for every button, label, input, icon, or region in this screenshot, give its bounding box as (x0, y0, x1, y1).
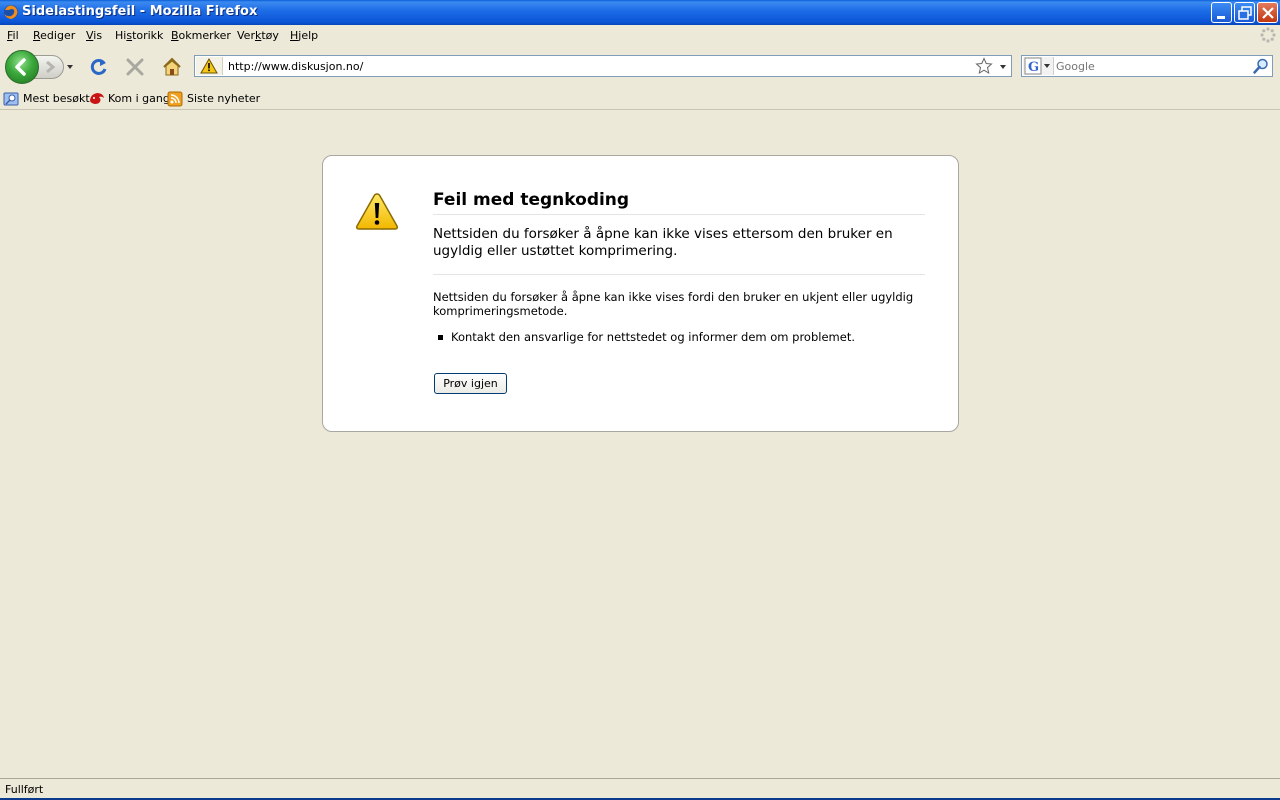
reload-icon[interactable] (88, 56, 110, 78)
url-dropdown-icon[interactable] (999, 64, 1007, 70)
menu-rediger[interactable]: Rediger (33, 29, 75, 42)
menu-label: il (12, 29, 19, 42)
menu-label: jelp (298, 29, 319, 42)
title-bar[interactable]: Sidelastingsfeil - Mozilla Firefox (0, 0, 1280, 25)
menu-label: okmerker (178, 29, 231, 42)
menu-historikk[interactable]: Historikk (115, 29, 163, 42)
throbber-icon (1260, 27, 1276, 43)
site-identity-button[interactable] (196, 57, 223, 75)
bookmark-label: Mest besøkt (23, 92, 90, 105)
menu-vis[interactable]: Vis (86, 29, 102, 42)
status-bar: Fullført (0, 778, 1280, 800)
menu-label: tøy (261, 29, 279, 42)
suggestion-text: Kontakt den ansvarlige for nettstedet og… (451, 330, 855, 344)
warning-icon (200, 57, 218, 74)
bookmark-star-icon[interactable] (975, 57, 993, 75)
bookmarks-toolbar: Mest besøkt Kom i gang Siste nyheter (0, 87, 1280, 110)
error-short-description: Nettsiden du forsøker å åpne kan ikke vi… (433, 226, 925, 275)
bookmark-mest-besokt[interactable]: Mest besøkt (3, 91, 90, 107)
search-icon[interactable] (1252, 57, 1270, 75)
close-icon (1262, 7, 1274, 19)
warning-icon (356, 193, 398, 230)
error-long-description: Nettsiden du forsøker å åpne kan ikke vi… (433, 290, 914, 318)
stop-icon[interactable] (124, 56, 146, 78)
history-dropdown-icon[interactable] (65, 62, 75, 72)
error-suggestions: Kontakt den ansvarlige for nettstedet og… (433, 330, 925, 344)
search-input[interactable] (1056, 58, 1246, 74)
error-page-container: Feil med tegnkoding Nettsiden du forsøke… (322, 155, 959, 432)
firefox-bookmark-icon (90, 93, 104, 104)
search-engine-button[interactable]: G (1023, 57, 1054, 75)
menu-verktoy[interactable]: Verktøy (237, 29, 279, 42)
minimize-button[interactable] (1211, 2, 1232, 23)
error-title: Feil med tegnkoding (433, 190, 925, 215)
status-text: Fullført (5, 783, 44, 796)
menu-label: ediger (40, 29, 76, 42)
retry-button[interactable]: Prøv igjen (434, 373, 507, 394)
rss-feed-icon (167, 91, 183, 107)
minimize-icon (1217, 16, 1225, 19)
smart-folder-icon (3, 92, 19, 106)
menu-bar: Fil Rediger Vis Historikk Bokmerker Verk… (0, 25, 1280, 47)
google-icon: G (1024, 57, 1050, 75)
url-bar[interactable]: http://www.diskusjon.no/ (194, 55, 1012, 77)
menu-bokmerker[interactable]: Bokmerker (171, 29, 231, 42)
menu-label-pre: Ver (237, 29, 255, 42)
firefox-icon (4, 5, 18, 19)
url-text: http://www.diskusjon.no/ (228, 60, 364, 73)
window-title: Sidelastingsfeil - Mozilla Firefox (22, 4, 258, 19)
menu-fil[interactable]: Fil (7, 29, 19, 42)
menu-label: torikk (132, 29, 164, 42)
home-icon[interactable] (161, 56, 183, 78)
close-button[interactable] (1257, 2, 1278, 23)
back-button[interactable] (5, 50, 39, 84)
menu-label: is (93, 29, 103, 42)
bookmark-label: Siste nyheter (187, 92, 261, 105)
restore-button[interactable] (1234, 2, 1255, 23)
back-arrow-icon (15, 58, 26, 76)
menu-accel: B (171, 29, 179, 42)
menu-hjelp[interactable]: Hjelp (290, 29, 318, 42)
bookmark-label: Kom i gang (108, 92, 170, 105)
svg-text:G: G (1028, 60, 1039, 75)
bookmark-siste-nyheter[interactable]: Siste nyheter (167, 91, 260, 107)
search-bar[interactable]: G (1021, 55, 1273, 77)
page-content: Feil med tegnkoding Nettsiden du forsøke… (0, 110, 1280, 778)
menu-label-pre: Hi (115, 29, 127, 42)
restore-icon (1238, 6, 1252, 20)
bookmark-kom-i-gang[interactable]: Kom i gang (88, 91, 170, 107)
bullet-icon (438, 335, 443, 340)
forward-arrow-icon (46, 60, 56, 74)
list-item: Kontakt den ansvarlige for nettstedet og… (433, 330, 925, 344)
